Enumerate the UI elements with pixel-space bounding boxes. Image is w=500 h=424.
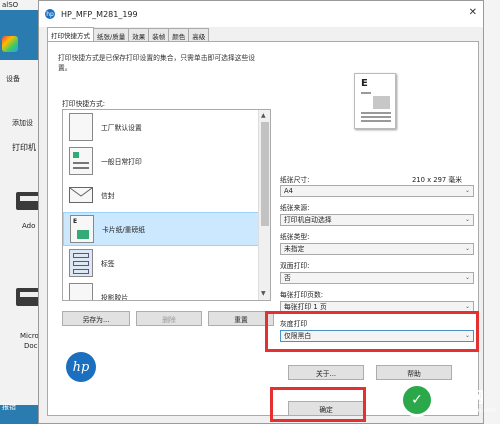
about-button[interactable]: 关于... (288, 365, 364, 380)
grayscale-highlight-box (265, 311, 479, 352)
paper-size-dimensions: 210 x 297 毫米 (411, 176, 462, 184)
list-item[interactable]: 投影胶片 (63, 280, 270, 301)
printer-name-2[interactable]: Micro (20, 332, 39, 340)
list-item-label: 一般日常打印 (101, 157, 142, 166)
shortcuts-listbox[interactable]: 工厂默认设置 一般日常打印 信封 E 卡片纸/重磅纸 标签 投影胶片 ▲ ▼ (62, 109, 271, 301)
chevron-down-icon: ⌄ (464, 274, 470, 281)
chevron-down-icon: ⌄ (464, 187, 470, 194)
title-bar: hp HP_MFP_M281_199 (39, 1, 483, 27)
list-item-label: 工厂默认设置 (101, 123, 142, 132)
watermark-url: zsbaochengwu.com (437, 407, 497, 414)
shortcuts-list-label: 打印快捷方式: (62, 100, 106, 108)
list-item[interactable]: 标签 (63, 246, 270, 280)
tab-finishing[interactable]: 装帧 (148, 28, 170, 41)
paper-size-select[interactable]: A4 ⌄ (280, 185, 474, 197)
background-top-text: alSO (2, 1, 19, 9)
printer-name-1[interactable]: Ado (22, 222, 35, 230)
duplex-select[interactable]: 否 ⌄ (280, 272, 474, 284)
app-icon (2, 36, 18, 52)
shortcuts-panel: 打印快捷方式是已保存打印设置的集合，只需单击即可选择这些设置。 打印快捷方式: … (47, 41, 479, 416)
duplex-value: 否 (284, 274, 291, 282)
ok-highlight-box (270, 387, 366, 422)
list-item-selected[interactable]: E 卡片纸/重磅纸 (63, 212, 270, 246)
delete-button[interactable]: 删除 (136, 311, 202, 326)
paper-size-value: A4 (284, 187, 293, 195)
paper-source-label: 纸张来源: (280, 204, 310, 212)
list-item-label: 信封 (101, 191, 115, 200)
blank-page-icon (69, 112, 93, 141)
scroll-up-icon[interactable]: ▲ (261, 112, 266, 119)
settings-label: 设备 (6, 75, 20, 83)
tab-color[interactable]: 颜色 (168, 28, 190, 41)
printers-heading: 打印机 (12, 143, 36, 152)
hp-logo: hp (66, 352, 96, 382)
save-as-button[interactable]: 另存为... (62, 311, 130, 326)
watermark-logo-icon: ✓ (400, 383, 434, 417)
list-item[interactable]: 一般日常打印 (63, 144, 270, 178)
list-item-label: 卡片纸/重磅纸 (102, 226, 146, 234)
tab-advanced[interactable]: 高级 (188, 28, 210, 41)
paper-source-select[interactable]: 打印机自动选择 ⌄ (280, 214, 474, 226)
hp-title-icon: hp (45, 9, 55, 19)
chevron-down-icon: ⌄ (464, 245, 470, 252)
listbox-scrollbar[interactable]: ▲ ▼ (258, 110, 270, 300)
tab-shortcuts[interactable]: 打印快捷方式 (47, 27, 94, 41)
card-page-icon: E (70, 215, 94, 243)
printer-preferences-dialog: hp HP_MFP_M281_199 ✕ 打印快捷方式 纸张/质量 效果 装帧 … (38, 0, 484, 424)
document-page-icon (69, 146, 93, 175)
dialog-title: HP_MFP_M281_199 (61, 9, 138, 19)
document-preview-icon: E (354, 73, 396, 129)
tab-effects[interactable]: 效果 (128, 28, 150, 41)
labels-icon (69, 248, 93, 277)
watermark: ✓ 保成网 zsbaochengwu.com (400, 376, 500, 424)
paper-type-label: 纸张类型: (280, 233, 310, 241)
printer-name-3[interactable]: Doc (24, 342, 38, 350)
close-icon[interactable]: ✕ (469, 7, 477, 18)
background-bottom-text: 报错 (2, 403, 16, 411)
list-item[interactable]: 信封 (63, 178, 270, 212)
paper-size-label: 纸张尺寸: (280, 176, 310, 184)
list-item-label: 投影胶片 (101, 293, 129, 301)
watermark-title: 保成网 (437, 388, 486, 406)
chevron-down-icon: ⌄ (464, 216, 470, 223)
pages-per-sheet-label: 每张打印页数: (280, 291, 324, 299)
pages-per-sheet-value: 每张打印 1 页 (284, 303, 327, 311)
scroll-down-icon[interactable]: ▼ (261, 290, 266, 297)
list-item-label: 标签 (101, 259, 115, 268)
add-device-link[interactable]: 添加设 (12, 118, 33, 128)
paper-type-select[interactable]: 未指定 ⌄ (280, 243, 474, 255)
tab-strip: 打印快捷方式 纸张/质量 效果 装帧 颜色 高级 (47, 27, 210, 41)
paper-type-value: 未指定 (284, 245, 305, 253)
paper-source-value: 打印机自动选择 (284, 216, 332, 224)
scroll-thumb[interactable] (261, 122, 269, 226)
envelope-icon (69, 186, 93, 203)
shortcuts-description: 打印快捷方式是已保存打印设置的集合，只需单击即可选择这些设置。 (58, 54, 256, 72)
duplex-label: 双面打印: (280, 262, 310, 270)
list-item[interactable]: 工厂默认设置 (63, 110, 270, 144)
transparency-icon (69, 282, 93, 300)
tab-paper-quality[interactable]: 纸张/质量 (93, 28, 130, 41)
